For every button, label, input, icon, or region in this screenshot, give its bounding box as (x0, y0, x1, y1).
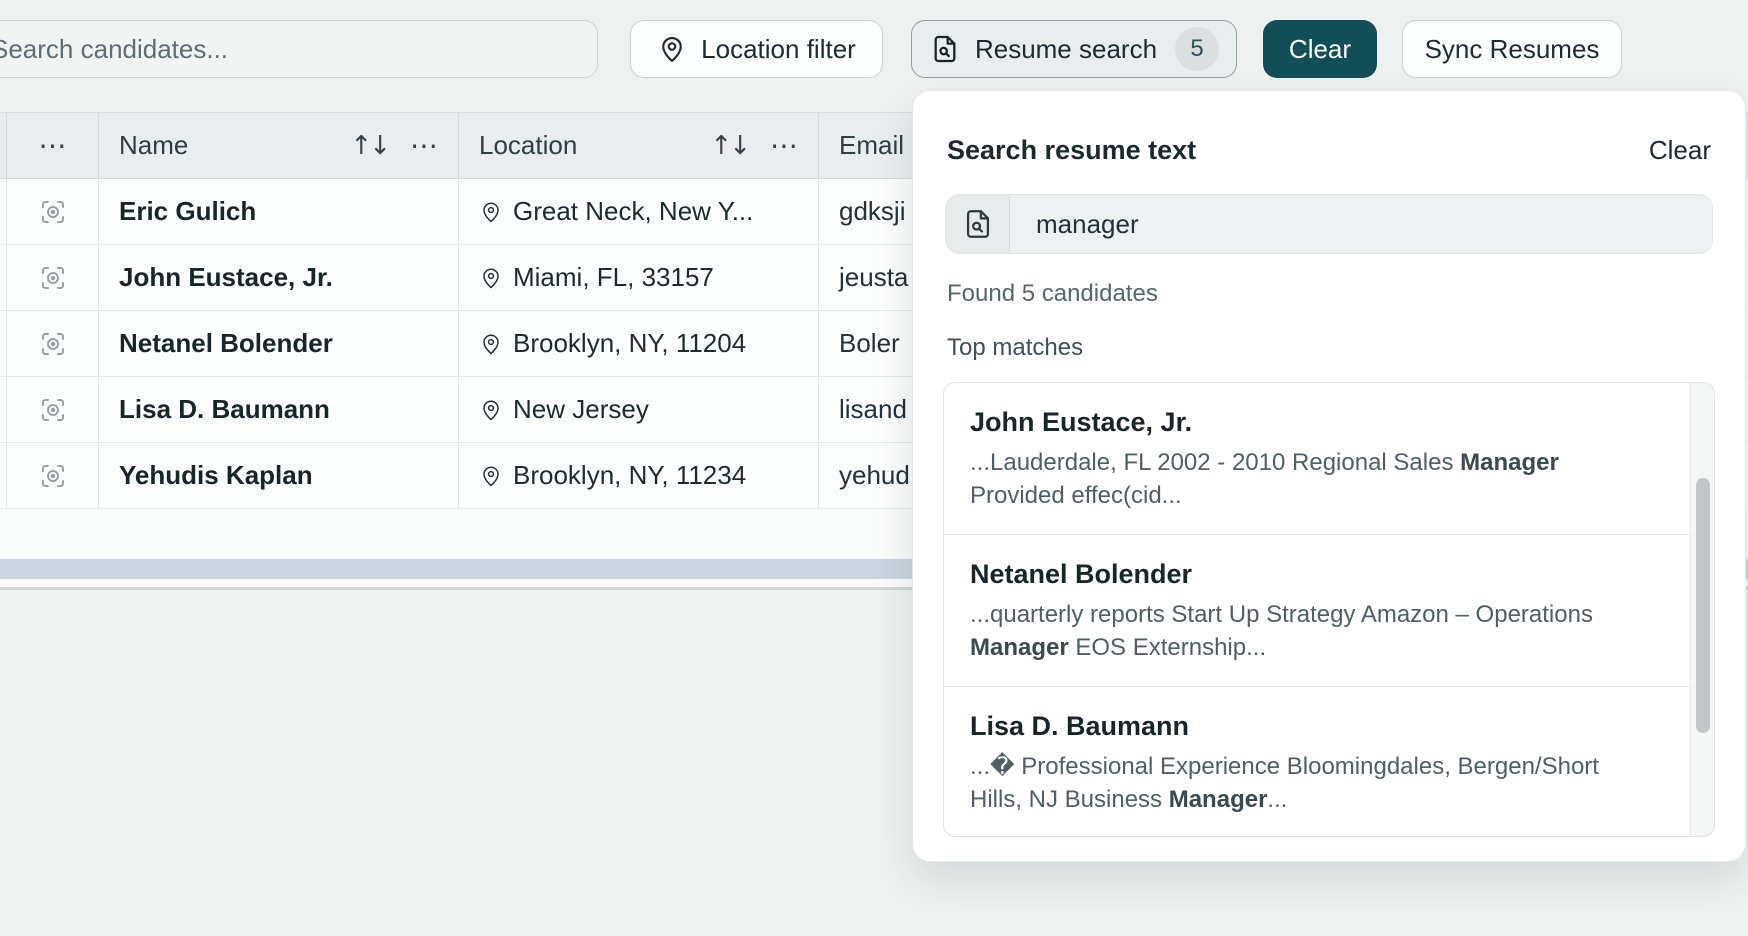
match-candidate-name: Netanel Bolender (970, 559, 1644, 590)
preview-cell[interactable] (6, 311, 98, 376)
match-snippet: ...Lauderdale, FL 2002 - 2010 Regional S… (970, 446, 1644, 512)
map-pin-icon (479, 464, 503, 488)
match-list-item[interactable]: Lisa D. Baumann ...� Professional Experi… (944, 687, 1714, 837)
popover-clear-button[interactable]: Clear (1649, 135, 1711, 166)
match-candidate-name: Lisa D. Baumann (970, 711, 1644, 742)
match-list-item[interactable]: Netanel Bolender ...quarterly reports St… (944, 535, 1714, 687)
sort-icon[interactable]: ↑↓ (350, 131, 388, 161)
location-pin-icon (657, 34, 687, 64)
candidate-name[interactable]: Yehudis Kaplan (98, 443, 458, 508)
top-matches-list: John Eustace, Jr. ...Lauderdale, FL 2002… (943, 382, 1715, 837)
candidate-location: New Jersey (458, 377, 818, 442)
snippet-text: Provided effec(cid... (970, 482, 1182, 509)
candidate-name[interactable]: John Eustace, Jr. (98, 245, 458, 310)
location-filter-button[interactable]: Location filter (630, 20, 883, 78)
preview-cell[interactable] (6, 245, 98, 310)
match-list-item[interactable]: John Eustace, Jr. ...Lauderdale, FL 2002… (944, 383, 1714, 535)
candidate-location-text: Miami, FL, 33157 (513, 262, 714, 293)
name-column-header: Name ↑↓ ⋯ (98, 113, 458, 178)
map-pin-icon (479, 200, 503, 224)
location-column-label: Location (479, 130, 710, 161)
sync-resumes-button[interactable]: Sync Resumes (1402, 20, 1622, 78)
resume-search-count-badge: 5 (1175, 27, 1219, 71)
map-pin-icon (479, 266, 503, 290)
popover-title: Search resume text (947, 135, 1196, 166)
candidate-location-text: Brooklyn, NY, 11204 (513, 328, 746, 359)
snippet-text: ...quarterly reports Start Up Strategy A… (970, 601, 1593, 628)
candidate-name[interactable]: Lisa D. Baumann (98, 377, 458, 442)
search-candidates-input[interactable] (0, 20, 598, 78)
found-candidates-text: Found 5 candidates (947, 280, 1711, 308)
match-snippet: ...quarterly reports Start Up Strategy A… (970, 598, 1644, 664)
candidate-location-text: New Jersey (513, 394, 649, 425)
list-scrollbar-track[interactable] (1690, 383, 1714, 836)
match-snippet: ...� Professional Experience Bloomingdal… (970, 750, 1644, 816)
top-matches-label: Top matches (947, 334, 1711, 362)
scan-preview-icon[interactable] (38, 329, 68, 359)
column-menu-icon[interactable]: ⋯ (39, 129, 67, 162)
name-column-label: Name (119, 130, 350, 161)
location-column-header: Location ↑↓ ⋯ (458, 113, 818, 178)
preview-cell[interactable] (6, 179, 98, 244)
candidate-location-text: Brooklyn, NY, 11234 (513, 460, 746, 491)
column-menu-icon[interactable]: ⋯ (410, 129, 438, 162)
snippet-highlight: Manager (970, 634, 1069, 661)
candidate-location-text: Great Neck, New Y... (513, 196, 753, 227)
snippet-highlight: Manager (1169, 786, 1268, 813)
resume-doc-search-icon (946, 195, 1010, 253)
scan-preview-icon[interactable] (38, 197, 68, 227)
resume-search-label: Resume search (975, 34, 1157, 65)
resume-search-popover: Search resume text Clear Found 5 candida… (912, 90, 1746, 862)
resume-query-field[interactable] (945, 194, 1713, 254)
map-pin-icon (479, 398, 503, 422)
scan-preview-icon[interactable] (38, 461, 68, 491)
candidate-name[interactable]: Eric Gulich (98, 179, 458, 244)
sort-icon[interactable]: ↑↓ (710, 131, 748, 161)
map-pin-icon (479, 332, 503, 356)
preview-column-header: ⋯ (6, 113, 98, 178)
column-menu-icon[interactable]: ⋯ (770, 129, 798, 162)
scan-preview-icon[interactable] (38, 395, 68, 425)
candidate-location: Brooklyn, NY, 11204 (458, 311, 818, 376)
location-filter-label: Location filter (701, 34, 856, 65)
scan-preview-icon[interactable] (38, 263, 68, 293)
clear-filters-button[interactable]: Clear (1263, 20, 1377, 78)
preview-cell[interactable] (6, 377, 98, 442)
snippet-highlight: Manager (1460, 449, 1559, 476)
snippet-text: EOS Externship... (1069, 634, 1266, 661)
candidate-location: Brooklyn, NY, 11234 (458, 443, 818, 508)
candidate-name[interactable]: Netanel Bolender (98, 311, 458, 376)
candidate-location: Great Neck, New Y... (458, 179, 818, 244)
preview-cell[interactable] (6, 443, 98, 508)
snippet-text: ... (1267, 786, 1287, 813)
resume-search-button[interactable]: Resume search 5 (911, 20, 1237, 78)
list-scrollbar-thumb[interactable] (1696, 478, 1710, 733)
snippet-text: ...Lauderdale, FL 2002 - 2010 Regional S… (970, 449, 1460, 476)
match-candidate-name: John Eustace, Jr. (970, 407, 1644, 438)
resume-search-icon (929, 33, 961, 65)
resume-query-input[interactable] (1010, 195, 1712, 253)
candidate-location: Miami, FL, 33157 (458, 245, 818, 310)
